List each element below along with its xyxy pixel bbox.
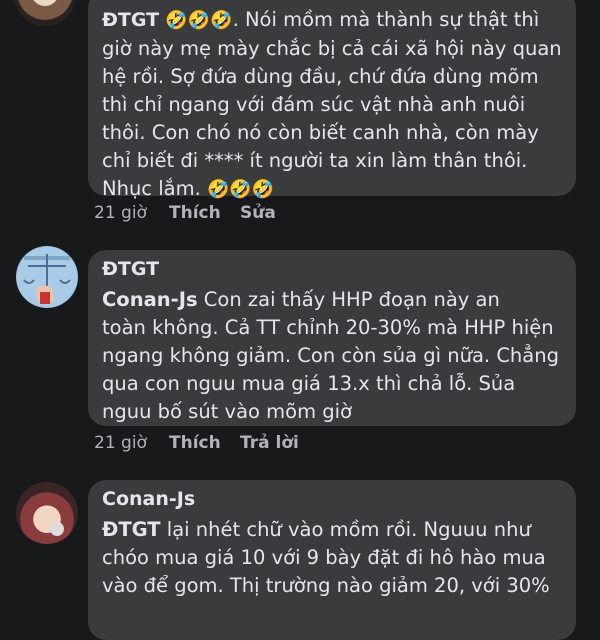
comment-time[interactable]: 21 giờ [94, 203, 147, 223]
comment-line: nguu bố sút vào mõm giờ [102, 400, 352, 423]
like-button[interactable]: Thích [169, 433, 221, 453]
comment-line: thì chỉ ngang với đám súc vật nhà anh nu… [102, 93, 526, 116]
comment-bubble-2: ĐTGT Conan-Js Con zai thấy HHP đoạn này … [88, 250, 576, 426]
comment-line: chỉ biết đi **** ít người ta xin làm thâ… [102, 149, 528, 172]
comment-text-1: ĐTGT 🤣🤣🤣. Nói mồm mà thành sự thật thì g… [102, 6, 562, 204]
avatar-conan-js[interactable] [16, 482, 78, 544]
mention-tag[interactable]: ĐTGT [102, 518, 161, 541]
comment-line: hệ rồi. Sợ đứa dùng đầu, chứ đứa dùng mõ… [102, 65, 539, 88]
comment-line: qua con nguu mua giá 13.x thì chả lỗ. Sủ… [102, 372, 516, 395]
laughing-emoji-icon: 🤣🤣🤣 [206, 179, 275, 200]
comment-line: lại nhét chữ vào mồm rồi. Nguuu như [160, 518, 531, 541]
comment-line: . Nói mồm mà thành sự thật thì [232, 8, 540, 31]
comment-line: vào để gom. Thị trường nào giảm 20, với … [102, 574, 550, 597]
comment-author-3[interactable]: Conan-Js [102, 488, 195, 510]
comment-line: ngang không giảm. Con còn sủa gì nữa. Ch… [102, 344, 559, 367]
avatar-dtgt-2[interactable] [16, 246, 78, 308]
comment-author-2[interactable]: ĐTGT [102, 258, 159, 280]
laughing-emoji-icon: 🤣🤣🤣 [165, 10, 233, 31]
comment-time[interactable]: 21 giờ [94, 433, 147, 453]
comment-line: Con zai thấy HHP đoạn này an [197, 288, 500, 311]
scales-of-justice-icon [17, 247, 77, 307]
comment-text-2: Conan-Js Con zai thấy HHP đoạn này an to… [102, 286, 559, 426]
edit-button[interactable]: Sửa [240, 203, 276, 223]
comment-author-1[interactable]: ĐTGT [102, 9, 159, 31]
comment-text-3: ĐTGT lại nhét chữ vào mồm rồi. Nguuu như… [102, 516, 550, 600]
reply-button[interactable]: Trả lời [240, 433, 299, 453]
comment-line: Nhục lắm. [102, 177, 207, 200]
comment-bubble-3: Conan-Js ĐTGT lại nhét chữ vào mồm rồi. … [88, 480, 576, 640]
comment-line: thôi. Con chó nó còn biết canh nhà, còn … [102, 121, 539, 144]
avatar-badge-icon [50, 522, 64, 536]
mention-tag[interactable]: Conan-Js [102, 288, 198, 311]
like-button[interactable]: Thích [169, 203, 221, 223]
comment-bubble-1: ĐTGT 🤣🤣🤣. Nói mồm mà thành sự thật thì g… [88, 0, 576, 200]
comment-line: toàn không. Cả TT chỉnh 20-30% mà HHP hi… [102, 316, 554, 339]
comment-line: giờ này mẹ mày chắc bị cả cái xã hội này… [102, 37, 562, 60]
comment-line: chóo mua giá 10 với 9 bày đặt đi hô hào … [102, 546, 546, 569]
avatar-dtgt-1[interactable] [14, 0, 76, 26]
